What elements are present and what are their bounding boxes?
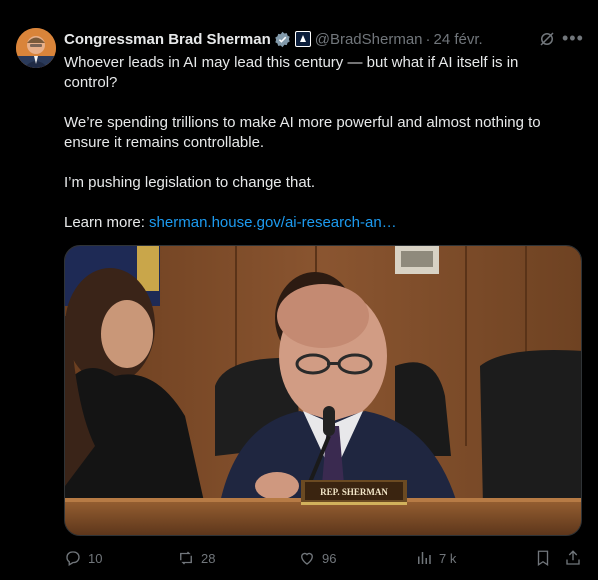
repost-count: 28 xyxy=(201,550,216,566)
separator-dot: · xyxy=(425,30,431,48)
tweet-card[interactable]: Congressman Brad Sherman @BradSherman · … xyxy=(0,0,598,580)
tweet-header: Congressman Brad Sherman @BradSherman · … xyxy=(64,29,582,49)
like-button[interactable]: 96 xyxy=(298,548,336,568)
learn-more-label: Learn more: xyxy=(64,214,150,231)
like-count: 96 xyxy=(322,550,337,566)
more-options-icon[interactable]: ••• xyxy=(562,28,583,48)
tweet-paragraph-1: Whoever leads in AI may lead this centur… xyxy=(64,54,519,91)
heart-icon xyxy=(301,552,313,565)
nameplate-text: REP. SHERMAN xyxy=(320,487,388,497)
share-button[interactable] xyxy=(564,548,582,568)
author-name[interactable]: Congressman Brad Sherman xyxy=(64,31,271,48)
government-affiliation-icon[interactable] xyxy=(294,31,311,47)
tweet-link[interactable]: sherman.house.gov/ai-research-an… xyxy=(149,214,397,231)
tweet-text: Whoever leads in AI may lead this centur… xyxy=(64,53,569,253)
reply-button[interactable]: 10 xyxy=(64,548,102,568)
repost-button[interactable]: 28 xyxy=(177,548,215,568)
reply-count: 10 xyxy=(88,550,103,566)
tweet-actions: 10 28 96 7 k xyxy=(64,548,582,568)
bookmark-button[interactable] xyxy=(534,548,552,568)
views-count: 7 k xyxy=(439,550,457,566)
avatar[interactable] xyxy=(16,28,56,68)
bookmark-icon xyxy=(537,550,549,567)
tweet-paragraph-3: I’m pushing legislation to change that. xyxy=(64,174,315,191)
repost-icon xyxy=(180,551,192,565)
views-icon xyxy=(418,552,431,564)
avatar-image xyxy=(16,28,56,68)
tweet-paragraph-4: Learn more: sherman.house.gov/ai-researc… xyxy=(64,213,569,233)
views-button[interactable]: 7 k xyxy=(415,548,456,568)
hearing-photo: REP. SHERMAN xyxy=(65,246,581,535)
grok-icon[interactable] xyxy=(538,30,556,48)
tweet-media-image[interactable]: REP. SHERMAN xyxy=(64,245,582,536)
reply-icon xyxy=(66,551,80,566)
author-handle[interactable]: @BradSherman xyxy=(315,31,423,48)
share-icon xyxy=(566,550,580,565)
tweet-paragraph-2: We’re spending trillions to make AI more… xyxy=(64,114,541,151)
tweet-date[interactable]: 24 févr. xyxy=(434,31,483,48)
verified-badge-icon xyxy=(275,31,290,47)
